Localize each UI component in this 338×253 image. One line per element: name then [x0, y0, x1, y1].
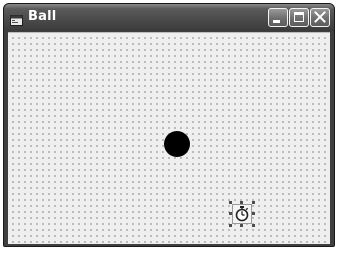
- window-title: Ball: [28, 9, 57, 24]
- close-icon: [314, 11, 326, 23]
- resize-handle-bottom-left[interactable]: [229, 224, 232, 227]
- minimize-button[interactable]: [268, 8, 288, 27]
- form-design-surface[interactable]: [8, 32, 330, 244]
- timer-control-body[interactable]: [232, 204, 252, 224]
- ball-shape[interactable]: [164, 131, 190, 157]
- resize-handle-top-right[interactable]: [252, 201, 255, 204]
- close-button[interactable]: [310, 8, 330, 27]
- maximize-button[interactable]: [289, 8, 309, 27]
- resize-handle-left[interactable]: [229, 212, 232, 215]
- resize-handle-bottom-right[interactable]: [252, 224, 255, 227]
- stopwatch-icon: [235, 206, 249, 222]
- title-bar[interactable]: Ball: [4, 4, 334, 31]
- resize-handle-right[interactable]: [252, 212, 255, 215]
- resize-handle-top-left[interactable]: [229, 201, 232, 204]
- maximize-icon: [294, 12, 304, 22]
- timer-control[interactable]: [229, 201, 255, 227]
- resize-handle-top[interactable]: [240, 201, 243, 204]
- form-window: Ball: [3, 3, 335, 247]
- minimize-icon: [273, 20, 280, 23]
- form-window-icon[interactable]: [10, 11, 23, 26]
- resize-handle-bottom[interactable]: [240, 224, 243, 227]
